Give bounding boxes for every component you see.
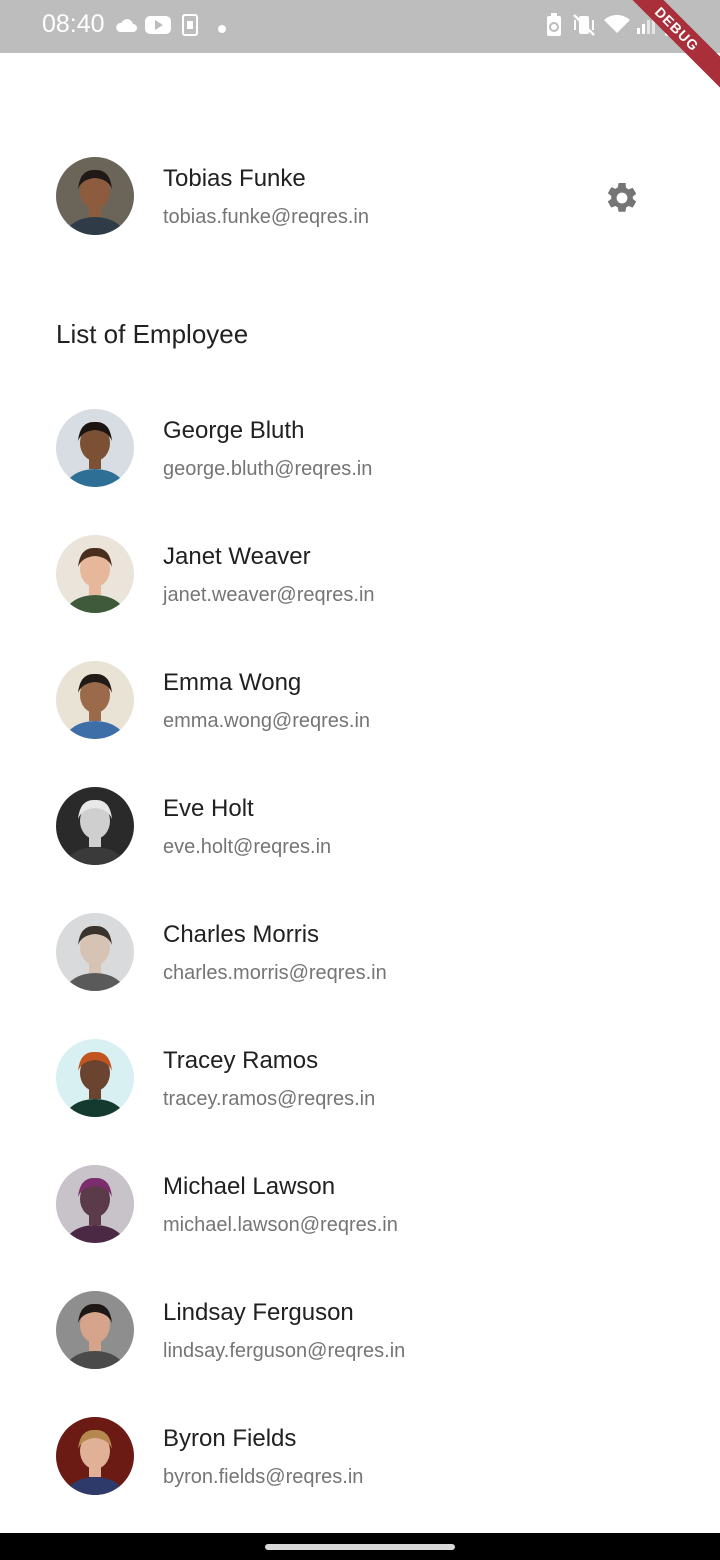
sim-icon [182,14,198,41]
employee-avatar [56,913,134,991]
employee-avatar [56,787,134,865]
home-gesture-handle[interactable] [265,1544,455,1550]
employee-avatar [56,661,134,739]
employee-email: janet.weaver@reqres.in [163,584,375,606]
employee-avatar [56,1291,134,1369]
navigation-bar [0,1533,720,1560]
profile-email: tobias.funke@reqres.in [163,206,369,228]
status-time: 08:40 [42,10,105,38]
youtube-icon [145,15,171,40]
employee-email: tracey.ramos@reqres.in [163,1088,376,1110]
employee-name: Michael Lawson [163,1173,336,1200]
cloud-icon [114,16,138,39]
vibrate-off-icon [572,13,596,42]
employee-avatar [56,409,134,487]
gear-icon [607,182,637,212]
employee-name: Byron Fields [163,1425,297,1452]
employee-email: emma.wong@reqres.in [163,710,371,732]
section-title: List of Employee [56,319,249,349]
employee-email: byron.fields@reqres.in [163,1466,364,1488]
employee-email: charles.morris@reqres.in [163,962,387,984]
profile-avatar [56,157,134,235]
employee-name: Janet Weaver [163,543,311,570]
employee-name: Emma Wong [163,669,302,696]
employee-email: eve.holt@reqres.in [163,836,332,858]
wifi-icon [603,13,631,40]
employee-email: michael.lawson@reqres.in [163,1214,398,1236]
dot-icon [218,20,226,38]
profile-name: Tobias Funke [163,165,306,192]
settings-button[interactable] [600,176,644,220]
employee-email: george.bluth@reqres.in [163,458,373,480]
employee-name: Eve Holt [163,795,254,822]
employee-name: George Bluth [163,417,305,444]
employee-avatar [56,1039,134,1117]
employee-avatar [56,535,134,613]
employee-name: Tracey Ramos [163,1047,319,1074]
employee-name: Charles Morris [163,921,320,948]
employee-email: lindsay.ferguson@reqres.in [163,1340,406,1362]
battery-saver-icon [545,13,563,42]
employee-avatar [56,1417,134,1495]
status-bar: 08:40 DEBUG [0,0,720,97]
employee-name: Lindsay Ferguson [163,1299,354,1326]
employee-avatar [56,1165,134,1243]
